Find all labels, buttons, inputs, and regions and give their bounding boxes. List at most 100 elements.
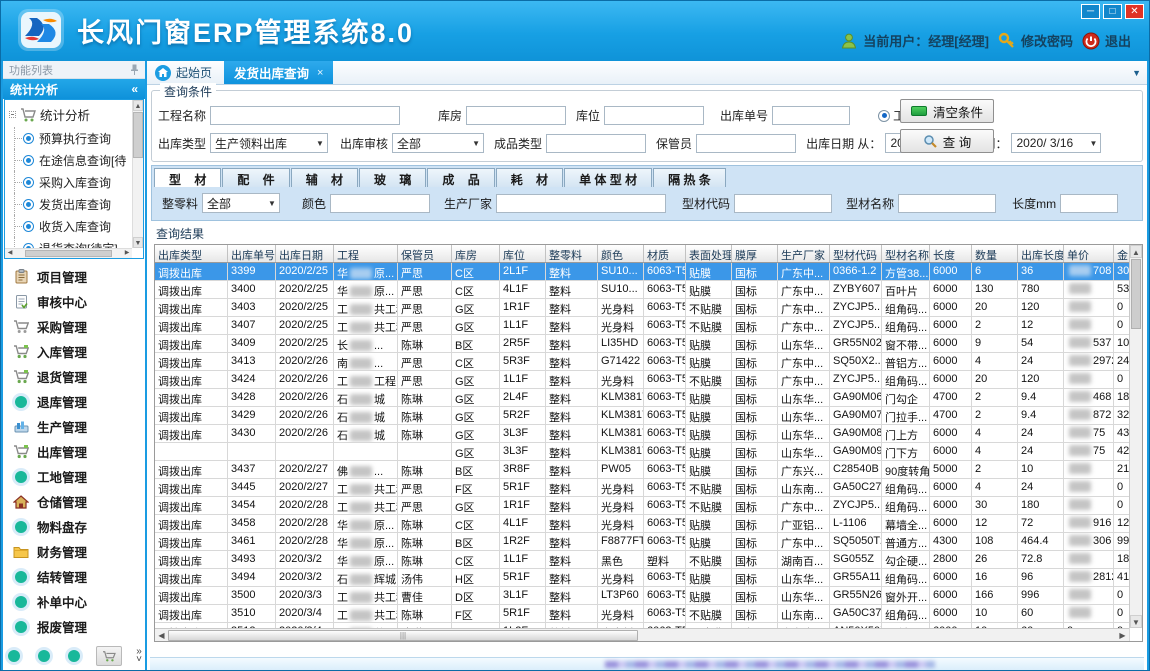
tree-scrollbar-vertical[interactable]: ▲▼ (132, 100, 143, 248)
length-input[interactable] (1060, 194, 1118, 213)
sidebar-item-9[interactable]: 仓储管理 (13, 492, 145, 511)
sidebar-item-10[interactable]: 物料盘存 (13, 517, 145, 536)
tree-item-2[interactable]: 采购入库查询 (7, 171, 131, 193)
clear-conditions-button[interactable]: 清空条件 (900, 99, 994, 123)
table-row[interactable]: 调拨出库34942020/3/2石辉城汤伟H区5R1F整料光身料6063-T5贴… (155, 569, 1130, 587)
subtab-7[interactable]: 隔 热 条 (653, 168, 726, 187)
column-header[interactable]: 膜厚 (732, 245, 778, 262)
tree-root[interactable]: 统计分析 (7, 102, 131, 127)
whole-part-select[interactable]: 全部▼ (202, 193, 280, 213)
tab-close-icon[interactable]: × (317, 67, 323, 79)
date-to-select[interactable]: 2020/ 3/16▼ (1011, 133, 1101, 153)
logout-button[interactable]: 退出 (1082, 31, 1131, 50)
table-row[interactable]: 调拨出库34302020/2/26石城陈琳G区3L3F整料KLM38176063… (155, 425, 1130, 443)
table-row[interactable]: 调拨出库34032020/2/25工共工程严思G区1R1F整料光身料6063-T… (155, 299, 1130, 317)
sidebar-item-4[interactable]: 退货管理 (13, 367, 145, 386)
factory-input[interactable] (496, 194, 666, 213)
tab-home[interactable]: 起始页 (147, 61, 224, 84)
tree-expander-icon[interactable] (9, 111, 16, 118)
table-row[interactable]: 调拨出库34132020/2/26南...严思C区5R3F整料G71422606… (155, 353, 1130, 371)
table-scrollbar-horizontal[interactable]: ◀▶ (155, 628, 1129, 641)
column-header[interactable]: 颜色 (598, 245, 644, 262)
tab-shipment-outbound-query[interactable]: 发货出库查询 × (224, 61, 333, 84)
sidebar-item-13[interactable]: 补单中心 (13, 592, 145, 611)
sidebar-item-2[interactable]: 采购管理 (13, 317, 145, 336)
column-header[interactable]: 库房 (452, 245, 500, 262)
subtab-6[interactable]: 单 体 型 材 (564, 168, 652, 187)
table-row[interactable]: 调拨出库34242020/2/26工工程严思G区1L1F整料光身料6063-T5… (155, 371, 1130, 389)
column-header[interactable]: 出库长度 (1018, 245, 1064, 262)
table-row[interactable]: 调拨出库34292020/2/26石城陈琳G区5R2F整料KLM38176063… (155, 407, 1130, 425)
sidebar-section-header[interactable]: 统计分析 « (3, 79, 145, 99)
table-row[interactable]: 调拨出库34072020/2/25工共工程严思G区1L1F整料光身料6063-T… (155, 317, 1130, 335)
column-header[interactable]: 型材名称 (882, 245, 930, 262)
sidebar-item-12[interactable]: 结转管理 (13, 567, 145, 586)
chevron-more-icon[interactable]: »˅ (136, 648, 142, 664)
table-row[interactable]: 调拨出库34372020/2/27佛...陈琳B区3R8F整料PW056063-… (155, 461, 1130, 479)
subtab-0[interactable]: 型 材 (154, 168, 221, 187)
out-type-select[interactable]: 生产领料出库▼ (210, 133, 328, 153)
sidebar-item-14[interactable]: 报废管理 (13, 617, 145, 636)
dot-icon[interactable] (38, 650, 50, 662)
minimize-button[interactable]: ─ (1081, 4, 1100, 19)
subtab-1[interactable]: 配 件 (222, 168, 289, 187)
table-row[interactable]: 调拨出库34452020/2/27工共工程严思F区5R1F整料光身料6063-T… (155, 479, 1130, 497)
tree-scrollbar-horizontal[interactable]: ◀▶ (5, 248, 132, 258)
profile-name-input[interactable] (898, 194, 996, 213)
dot-icon[interactable] (68, 650, 80, 662)
tab-overflow-icon[interactable]: ▼ (1132, 68, 1141, 78)
sidebar-item-0[interactable]: 项目管理 (13, 267, 145, 286)
subtab-5[interactable]: 耗 材 (496, 168, 563, 187)
order-no-input[interactable] (772, 106, 850, 125)
column-header[interactable]: 型材代码 (830, 245, 882, 262)
tree-item-1[interactable]: 在途信息查询[待 (7, 149, 131, 171)
table-row[interactable]: 调拨出库34932020/3/2华原...陈琳C区1L1F整料黑色塑料不贴膜国标… (155, 551, 1130, 569)
table-row[interactable]: 调拨出库35002020/3/3工共工程曹佳D区3L1F整料LT3P606063… (155, 587, 1130, 605)
column-header[interactable]: 材质 (644, 245, 686, 262)
tree-item-0[interactable]: 预算执行查询 (7, 127, 131, 149)
column-header[interactable]: 表面处理 (686, 245, 732, 262)
sidebar-item-5[interactable]: 退库管理 (13, 392, 145, 411)
table-row[interactable]: 调拨出库34092020/2/25长...陈琳B区2R5F整料LI35HD606… (155, 335, 1130, 353)
column-header[interactable]: 金 (1114, 245, 1130, 262)
sidebar-item-8[interactable]: 工地管理 (13, 467, 145, 486)
pin-icon[interactable] (130, 64, 139, 75)
project-name-input[interactable] (210, 106, 400, 125)
column-header[interactable]: 出库日期 (276, 245, 334, 262)
column-header[interactable]: 数量 (972, 245, 1018, 262)
tree-item-4[interactable]: 收货入库查询 (7, 215, 131, 237)
column-header[interactable]: 保管员 (398, 245, 452, 262)
product-type-input[interactable] (546, 134, 646, 153)
subtab-2[interactable]: 辅 材 (291, 168, 358, 187)
maximize-button[interactable]: □ (1103, 4, 1122, 19)
tree-item-5[interactable]: 退货查询[待定] (7, 237, 131, 248)
sidebar-item-1[interactable]: 审核中心 (13, 292, 145, 311)
column-header[interactable]: 工程 (334, 245, 398, 262)
profile-code-input[interactable] (734, 194, 832, 213)
subtab-3[interactable]: 玻 璃 (359, 168, 426, 187)
close-button[interactable]: ✕ (1125, 4, 1144, 19)
column-header[interactable]: 生产厂家 (778, 245, 830, 262)
warehouse-input[interactable] (466, 106, 566, 125)
collapse-icon[interactable]: « (131, 82, 138, 96)
table-row[interactable]: 调拨出库35102020/3/4工共工程陈琳F区5R1F整料光身料6063-T5… (155, 605, 1130, 623)
sidebar-item-7[interactable]: 出库管理 (13, 442, 145, 461)
table-row[interactable]: 调拨出库34282020/2/26石城陈琳G区2L4F整料KLM38176063… (155, 389, 1130, 407)
subtab-4[interactable]: 成 品 (427, 168, 494, 187)
sidebar-item-11[interactable]: 财务管理 (13, 542, 145, 561)
color-input[interactable] (330, 194, 430, 213)
table-row[interactable]: 调拨出库34612020/2/28华原...陈琳B区1R2F整料F8877FT6… (155, 533, 1130, 551)
column-header[interactable]: 出库单号 (228, 245, 276, 262)
table-row[interactable]: G区3L3F整料KLM38176063-T5贴膜国标山东华...GA90M09.… (155, 443, 1130, 461)
dot-icon[interactable] (8, 650, 20, 662)
keeper-input[interactable] (696, 134, 796, 153)
column-header[interactable]: 库位 (500, 245, 546, 262)
audit-select[interactable]: 全部▼ (392, 133, 484, 153)
column-header[interactable]: 出库类型 (155, 245, 228, 262)
column-header[interactable]: 整零料 (546, 245, 598, 262)
change-password-button[interactable]: 修改密码 (998, 31, 1073, 50)
sidebar-item-3[interactable]: 入库管理 (13, 342, 145, 361)
table-row[interactable]: 调拨出库33992020/2/25华原...严思C区2L1F整料SU10...6… (155, 263, 1130, 281)
column-header[interactable]: 单价 (1064, 245, 1114, 262)
more-menus-button[interactable] (96, 646, 122, 666)
